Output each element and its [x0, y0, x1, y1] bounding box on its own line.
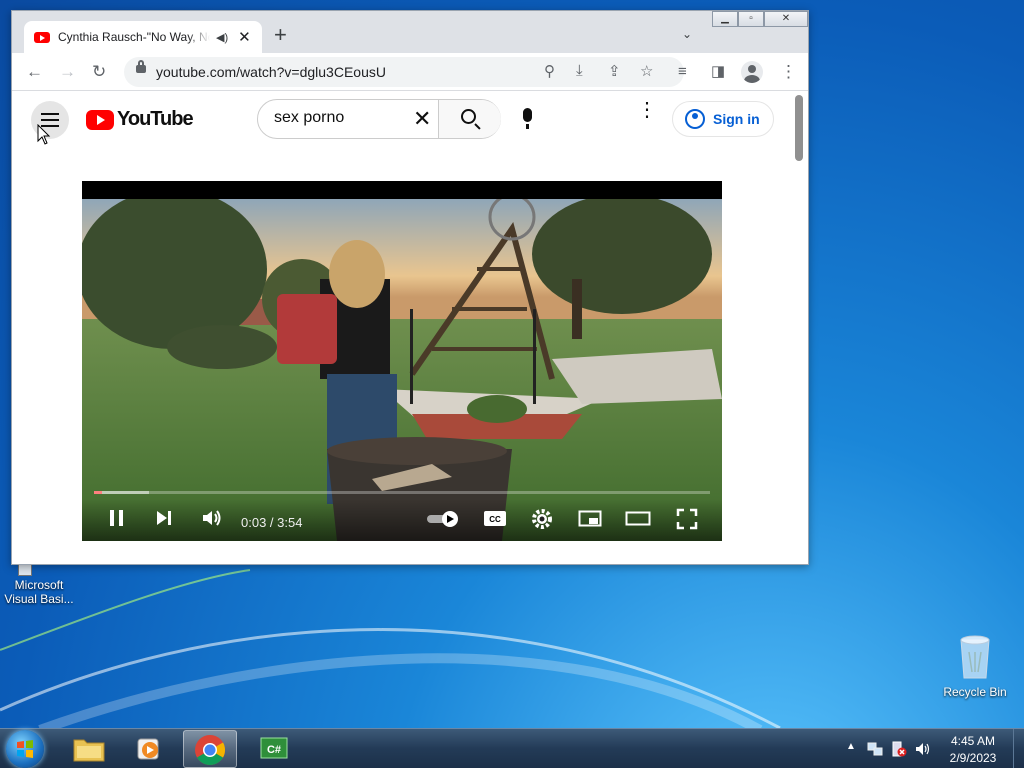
- svg-text:C#: C#: [267, 744, 281, 756]
- zoom-icon[interactable]: ⚲: [544, 62, 555, 80]
- back-arrow-icon[interactable]: ←: [26, 62, 43, 82]
- settings-gear-icon[interactable]: [531, 508, 553, 530]
- theater-mode-icon[interactable]: [625, 508, 651, 528]
- player-controls: 0:03 / 3:54 CC: [82, 499, 722, 541]
- fullscreen-icon[interactable]: [676, 508, 698, 530]
- clear-search-icon[interactable]: ✕: [413, 106, 431, 132]
- tray-expand-icon[interactable]: ▲: [846, 741, 856, 752]
- next-icon[interactable]: [154, 508, 174, 528]
- speaker-icon[interactable]: ◀): [216, 31, 228, 44]
- youtube-page: YouTube ✕ ⋮ Sign in: [12, 91, 808, 564]
- desktop-icon-label: Microsoft Visual Basi...: [4, 578, 74, 606]
- start-button[interactable]: [6, 730, 44, 768]
- search-box: ✕: [257, 99, 501, 139]
- video-player[interactable]: 0:03 / 3:54 CC: [82, 181, 722, 541]
- search-input[interactable]: [274, 109, 404, 127]
- mouse-cursor-icon: [37, 124, 51, 145]
- tab-title: Cynthia Rausch-"No Way, No: [58, 30, 210, 44]
- taskbar-csharp-app[interactable]: C#: [246, 730, 300, 768]
- hamburger-line: [41, 119, 59, 121]
- volume-icon[interactable]: [201, 508, 223, 528]
- video-time: 0:03 / 3:54: [241, 515, 303, 530]
- miniplayer-icon[interactable]: [578, 508, 602, 528]
- chrome-window: Cynthia Rausch-"No Way, No ◀) ✕ + ⌄ ▁ ▫ …: [11, 10, 809, 565]
- pause-icon[interactable]: [108, 508, 126, 528]
- clock-time: 4:45 AM: [950, 734, 996, 748]
- chevron-down-icon[interactable]: ⌄: [682, 27, 692, 41]
- maximize-icon[interactable]: ▫: [738, 11, 764, 27]
- new-tab-icon[interactable]: +: [274, 24, 287, 46]
- window-caption-buttons: ▁ ▫ ✕: [712, 11, 808, 27]
- taskbar-explorer[interactable]: [62, 730, 116, 768]
- url-text: youtube.com/watch?v=dglu3CEousU: [156, 64, 386, 80]
- window-close-icon[interactable]: ✕: [764, 11, 808, 27]
- account-icon: [685, 109, 705, 129]
- autoplay-toggle-icon[interactable]: [426, 510, 460, 528]
- chrome-icon: [195, 735, 226, 766]
- hamburger-line: [41, 113, 59, 115]
- clock-date: 2/9/2023: [949, 751, 997, 765]
- network-icon[interactable]: [867, 741, 883, 757]
- kebab-menu-icon[interactable]: ⋮: [780, 62, 797, 82]
- youtube-logo[interactable]: YouTube: [86, 108, 194, 131]
- tab-close-icon[interactable]: ✕: [238, 28, 251, 46]
- taskbar-media-player[interactable]: [122, 730, 176, 768]
- captions-icon[interactable]: CC: [483, 508, 507, 528]
- csharp-icon: C#: [260, 737, 288, 759]
- desktop-icon-visual-basic[interactable]: Microsoft Visual Basi...: [4, 562, 74, 606]
- taskbar-clock[interactable]: 4:45 AM 2/9/2023: [940, 733, 1006, 767]
- desktop-icon-label: Recycle Bin: [943, 685, 1007, 699]
- taskbar-chrome[interactable]: [183, 730, 237, 768]
- folder-icon: [73, 739, 105, 762]
- tab-strip: Cynthia Rausch-"No Way, No ◀) ✕ + ⌄ ▁ ▫ …: [12, 11, 808, 53]
- volume-tray-icon[interactable]: [915, 741, 931, 757]
- search-button[interactable]: [438, 100, 501, 138]
- settings-kebab-icon[interactable]: ⋮: [637, 100, 657, 120]
- install-icon[interactable]: ⤓: [576, 62, 583, 79]
- media-control-icon[interactable]: ≡: [678, 62, 687, 82]
- sign-in-label: Sign in: [713, 111, 760, 127]
- action-center-icon[interactable]: [891, 741, 907, 757]
- video-frame: [82, 199, 722, 541]
- lock-icon: [136, 60, 146, 73]
- side-panel-icon[interactable]: ◨: [711, 62, 725, 82]
- search-icon: [461, 109, 476, 124]
- reload-icon[interactable]: ↻: [92, 62, 106, 82]
- youtube-favicon-icon: [34, 31, 50, 43]
- address-bar[interactable]: youtube.com/watch?v=dglu3CEousU ⚲ ⤓ ⇪ ☆: [124, 57, 684, 87]
- desktop-icon-recycle-bin[interactable]: Recycle Bin: [940, 632, 1010, 699]
- page-scrollbar[interactable]: [792, 91, 808, 564]
- sign-in-button[interactable]: Sign in: [672, 101, 774, 137]
- browser-toolbar: ← → ↻ youtube.com/watch?v=dglu3CEousU ⚲ …: [12, 53, 808, 91]
- youtube-play-icon: [86, 109, 114, 130]
- bookmark-star-icon[interactable]: ☆: [640, 62, 653, 80]
- media-player-icon: [137, 738, 159, 760]
- video-progress-bar[interactable]: [94, 491, 710, 494]
- wallpaper-swoosh: [0, 569, 781, 730]
- show-desktop-button[interactable]: [1013, 729, 1024, 768]
- scrollbar-thumb[interactable]: [795, 95, 803, 161]
- recycle-bin-icon: [960, 635, 990, 679]
- windows-logo-icon: [17, 740, 33, 758]
- taskbar: C# ▲ 4:45 AM 2/9/2023: [0, 728, 1024, 768]
- browser-tab[interactable]: Cynthia Rausch-"No Way, No ◀) ✕: [24, 21, 262, 53]
- svg-text:CC: CC: [489, 515, 501, 524]
- logo-text: YouTube: [117, 108, 194, 130]
- progress-buffered: [94, 491, 150, 494]
- profile-avatar-icon[interactable]: [741, 61, 763, 83]
- minimize-icon[interactable]: ▁: [712, 11, 738, 27]
- share-icon[interactable]: ⇪: [608, 62, 621, 80]
- microphone-icon[interactable]: [523, 108, 532, 129]
- forward-arrow-icon[interactable]: →: [59, 62, 76, 82]
